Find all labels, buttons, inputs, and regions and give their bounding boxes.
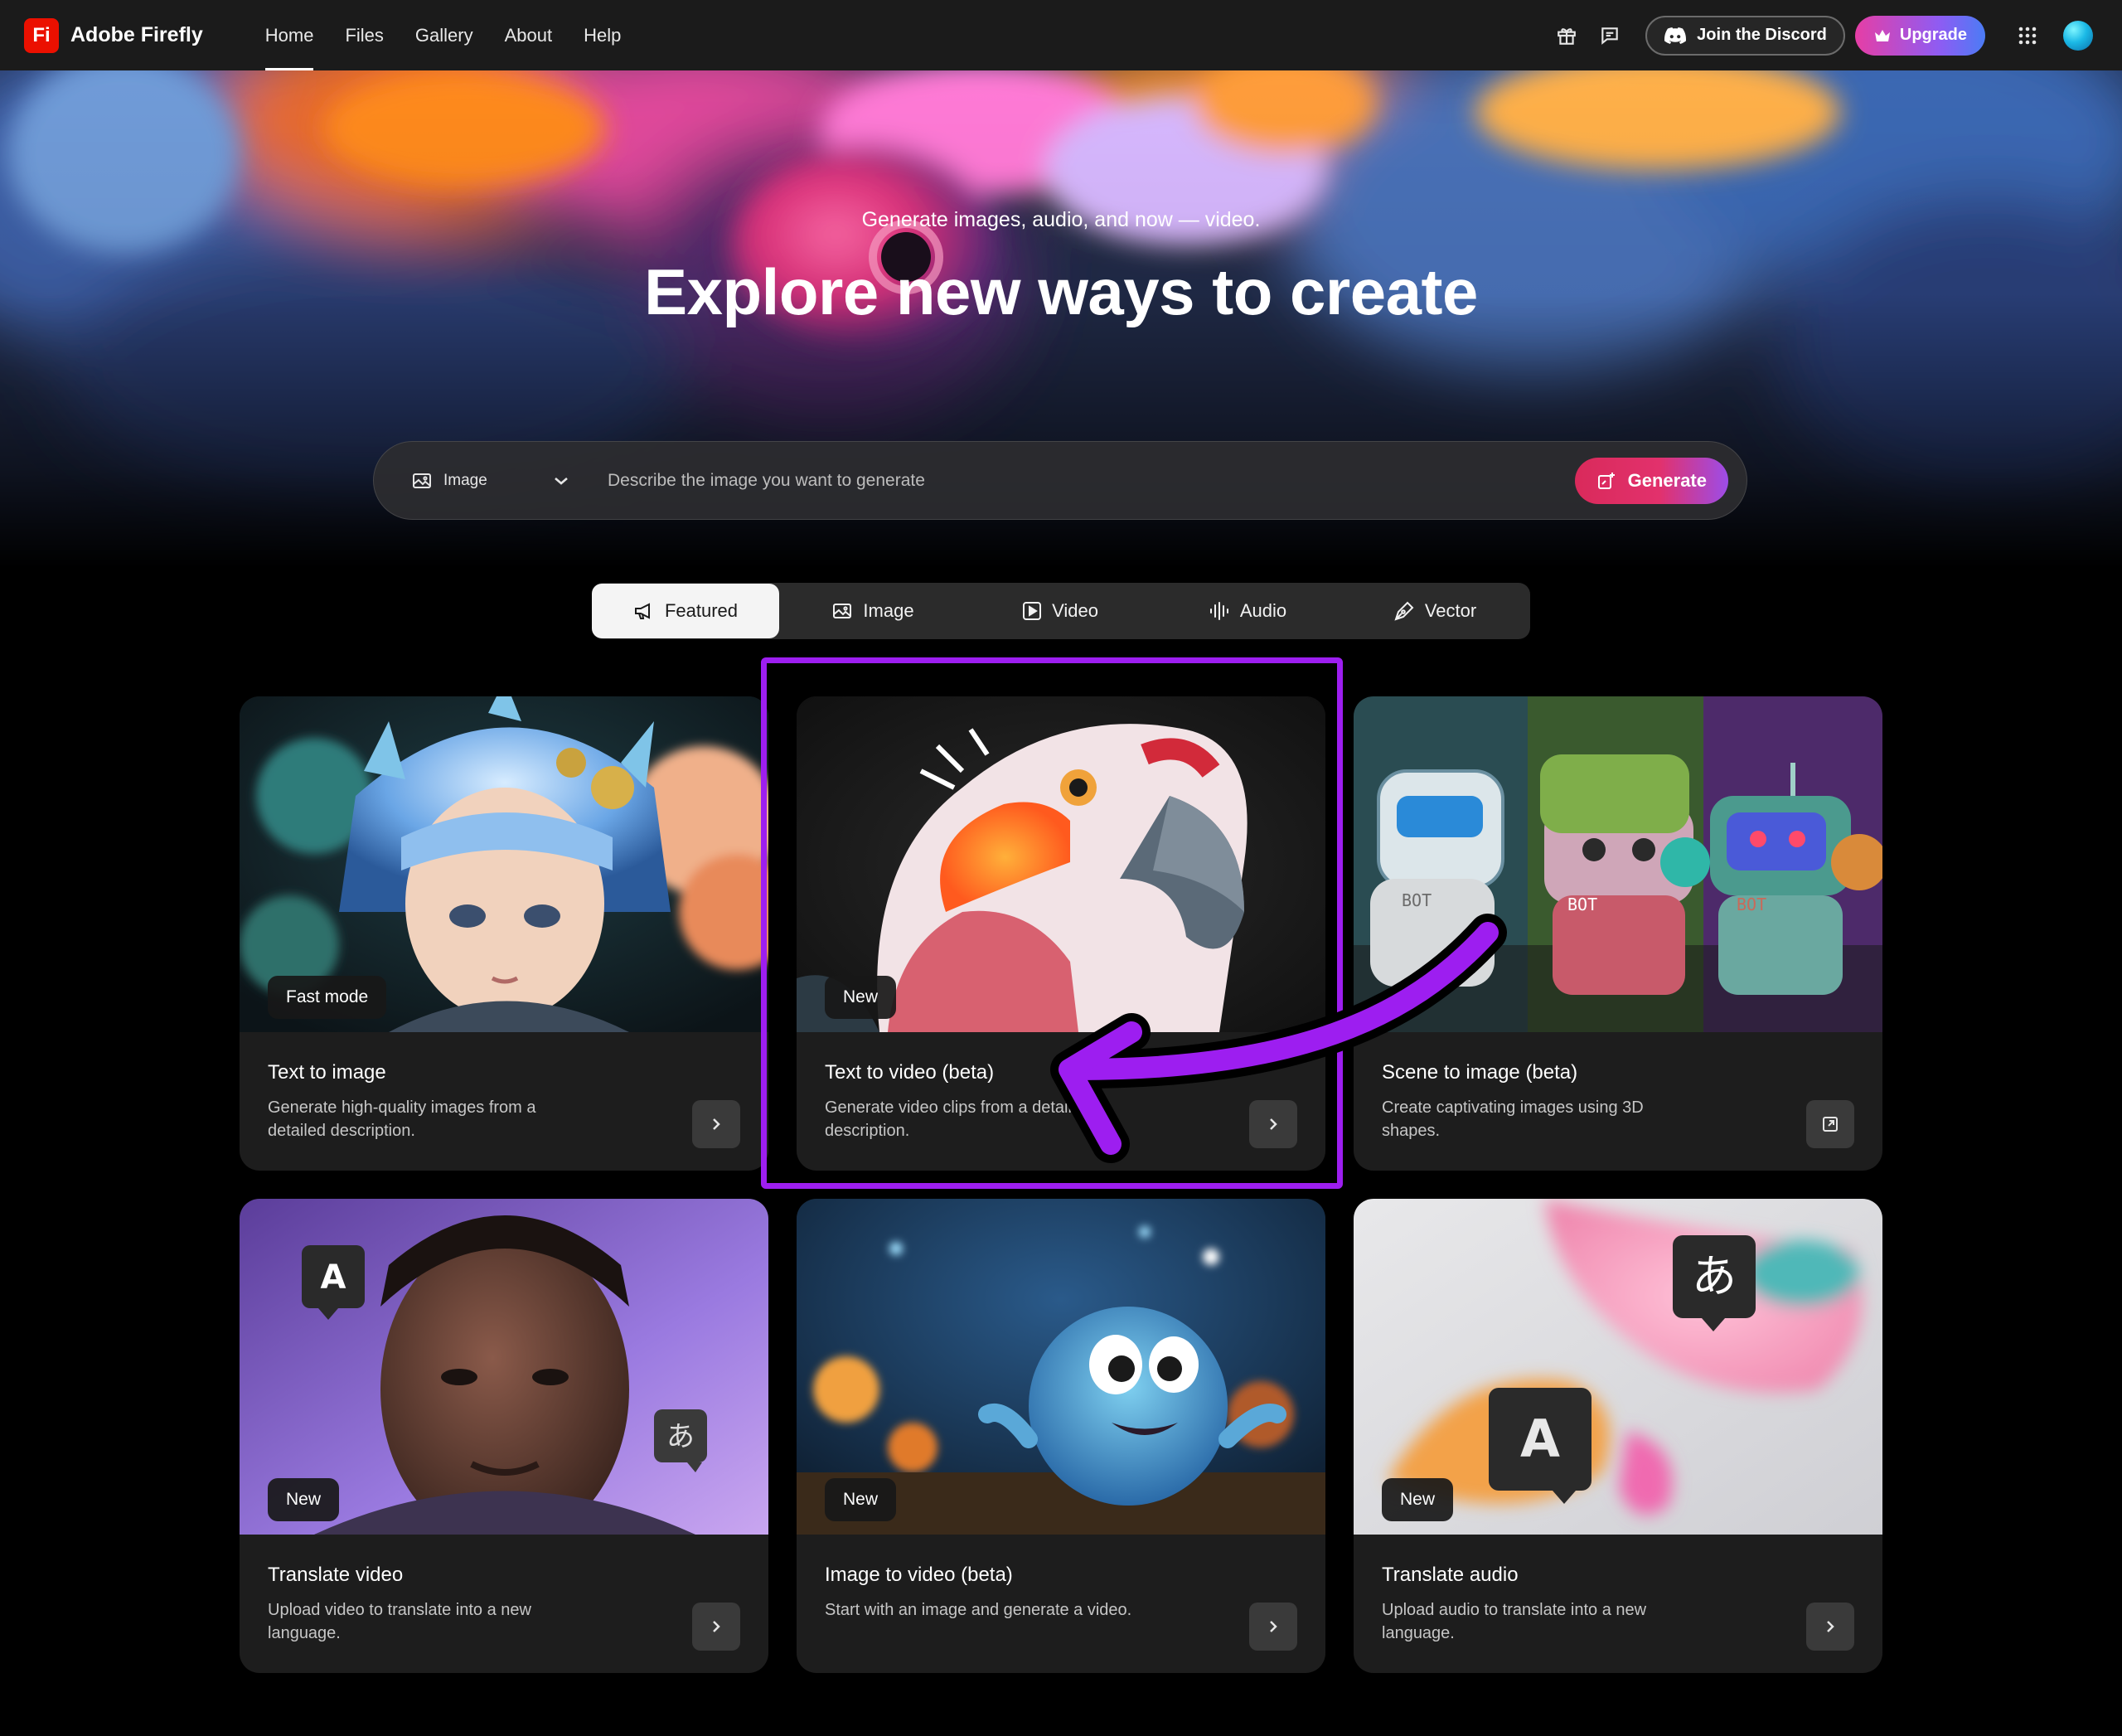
tab-image-label: Image	[863, 600, 914, 621]
tab-audio-label: Audio	[1239, 600, 1287, 621]
nav-help[interactable]: Help	[568, 0, 637, 70]
gift-icon[interactable]	[1546, 15, 1587, 56]
card-text-to-image[interactable]: Fast mode Text to image Generate high-qu…	[240, 696, 768, 1171]
crown-icon	[1874, 29, 1890, 41]
card-title: Text to image	[268, 1061, 386, 1084]
badge-new: New	[825, 1478, 897, 1521]
badge-new: New	[825, 976, 897, 1019]
nav-home[interactable]: Home	[250, 0, 330, 70]
card-title: Translate audio	[1382, 1564, 1519, 1586]
card-title: Image to video (beta)	[825, 1564, 1013, 1586]
open-translate-video-button[interactable]	[692, 1603, 740, 1651]
tab-featured-label: Featured	[664, 600, 739, 621]
content-type-label: Image	[443, 471, 487, 489]
card-title: Text to video (beta)	[825, 1061, 995, 1084]
prompt-bar: Image Describe the image you want to gen…	[373, 441, 1747, 520]
upgrade-button[interactable]: Upgrade	[1854, 15, 1985, 56]
chevron-right-icon	[713, 1621, 720, 1632]
card-scene-to-image[interactable]: BOT BOT BOT Scene to image (beta) Create…	[1354, 696, 1882, 1171]
card-description: Upload audio to translate into a new lan…	[1382, 1601, 1647, 1642]
join-discord-button[interactable]: Join the Discord	[1645, 15, 1845, 56]
kana-bubble: あ	[666, 1420, 695, 1453]
card-description: Generate high-quality images from a deta…	[268, 1098, 536, 1140]
top-right-actions: Join the Discord Upgrade	[1544, 15, 2093, 56]
open-text-to-image-button[interactable]	[692, 1100, 740, 1148]
brand-name: Adobe Firefly	[70, 23, 203, 46]
card-description: Create captivating images using 3D shape…	[1382, 1098, 1644, 1140]
letter-a-bubble: A	[1520, 1409, 1560, 1469]
nav-gallery[interactable]: Gallery	[400, 0, 489, 70]
tab-vector[interactable]: Vector	[1341, 583, 1529, 639]
chevron-down-icon	[555, 477, 568, 485]
card-description: Upload video to translate into a new lan…	[268, 1601, 531, 1642]
upgrade-label: Upgrade	[1899, 26, 1967, 44]
chevron-right-icon	[1270, 1118, 1277, 1130]
open-text-to-video-button[interactable]	[1249, 1100, 1297, 1148]
generate-label: Generate	[1627, 469, 1707, 491]
nav-files[interactable]: Files	[329, 0, 399, 70]
apps-grid-icon[interactable]	[2007, 15, 2048, 56]
megaphone-icon	[634, 603, 650, 619]
discord-icon	[1664, 27, 1687, 44]
card-description: Start with an image and generate a video…	[825, 1601, 1132, 1619]
content-type-select[interactable]: Image	[412, 472, 569, 490]
tab-image[interactable]: Image	[779, 583, 967, 639]
kana-bubble: あ	[1692, 1250, 1737, 1302]
open-scene-to-image-button[interactable]	[1806, 1100, 1854, 1148]
hero-title: Explore new ways to create	[644, 255, 1478, 328]
open-translate-audio-button[interactable]	[1806, 1603, 1854, 1651]
open-image-to-video-button[interactable]	[1249, 1603, 1297, 1651]
card-translate-audio[interactable]: あ A New Translate audio Upload audio to …	[1354, 1199, 1882, 1673]
bot-label: BOT	[1737, 895, 1766, 914]
open-external-icon	[1823, 1117, 1838, 1132]
chevron-right-icon	[1270, 1621, 1277, 1632]
bot-label: BOT	[1567, 895, 1597, 914]
brand[interactable]: Fi Adobe Firefly	[24, 17, 203, 53]
card-text-to-video[interactable]: New Text to video (beta) Generate video …	[797, 696, 1325, 1171]
tab-video-label: Video	[1052, 600, 1098, 621]
bot-label: BOT	[1402, 890, 1432, 910]
prompt-input[interactable]: Describe the image you want to generate	[608, 471, 1575, 491]
discord-label: Join the Discord	[1697, 26, 1827, 44]
generate-icon	[1597, 472, 1615, 489]
tab-video[interactable]: Video	[967, 583, 1154, 639]
card-image-bots: BOT BOT BOT	[1354, 696, 1882, 1032]
badge-fast-mode: Fast mode	[268, 976, 387, 1019]
avatar[interactable]	[2063, 20, 2093, 51]
card-title: Scene to image (beta)	[1382, 1061, 1578, 1084]
nav-about[interactable]: About	[489, 0, 569, 70]
tab-audio[interactable]: Audio	[1154, 583, 1341, 639]
badge-new: New	[1382, 1478, 1454, 1521]
image-icon	[413, 473, 431, 488]
category-tabs: Featured Image Video Audio Vector	[592, 583, 1530, 639]
top-bar: Fi Adobe Firefly Home Files Gallery Abou…	[0, 0, 2122, 70]
card-title: Translate video	[268, 1564, 404, 1586]
waveform-icon	[1209, 602, 1228, 620]
tab-featured[interactable]: Featured	[592, 584, 779, 638]
letter-a-bubble: A	[321, 1258, 346, 1297]
pen-icon	[1394, 601, 1414, 621]
card-description: Generate video clips from a detailed des…	[825, 1098, 1091, 1140]
generate-button[interactable]: Generate	[1574, 457, 1728, 504]
chevron-right-icon	[713, 1118, 720, 1130]
hero-banner: Generate images, audio, and now — video.…	[0, 70, 2122, 568]
video-icon	[1023, 602, 1042, 620]
badge-new: New	[268, 1478, 340, 1521]
hero-subtitle: Generate images, audio, and now — video.	[861, 208, 1261, 231]
card-image-to-video[interactable]: New Image to video (beta) Start with an …	[797, 1199, 1325, 1673]
card-translate-video[interactable]: A あ New Translate video Upload video to …	[240, 1199, 768, 1673]
main-nav: Home Files Gallery About Help	[250, 0, 637, 70]
feedback-icon[interactable]	[1589, 15, 1630, 56]
chevron-right-icon	[1827, 1621, 1834, 1632]
image-icon	[833, 604, 852, 618]
firefly-logo: Fi	[24, 17, 59, 53]
tab-vector-label: Vector	[1424, 600, 1477, 621]
